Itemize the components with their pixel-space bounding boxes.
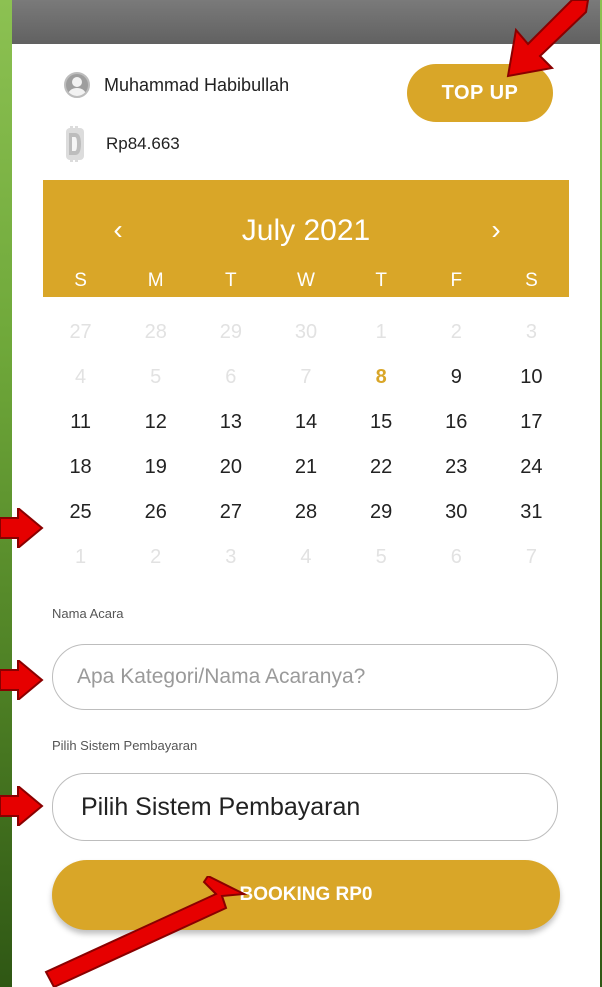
user-name: Muhammad Habibullah — [104, 74, 290, 95]
calendar-grid: 27 28 29 30 1 2 3 4 5 6 7 8 9 10 11 12 13 14 15 16 17 18 19 20 2… — [43, 318, 569, 588]
balance-row: Rp84.663 — [64, 126, 180, 162]
calendar-day: 29 — [219, 321, 242, 343]
calendar-day[interactable]: 26 — [118, 498, 193, 543]
calendar-day[interactable]: 11 — [43, 408, 118, 453]
event-name-input[interactable] — [53, 645, 557, 709]
calendar-day[interactable]: 23 — [419, 453, 494, 498]
calendar-day: 4 — [75, 366, 87, 388]
calendar-day: 2 — [450, 321, 462, 343]
arrow-to-topup — [506, 0, 590, 78]
calendar-day: 30 — [294, 321, 318, 343]
weekday-row: S M T W T F S — [43, 270, 569, 292]
calendar-day[interactable]: 31 — [494, 498, 569, 543]
calendar-day: 1 — [375, 321, 387, 343]
next-month-button[interactable]: › — [481, 216, 511, 244]
calendar-day: 7 — [525, 546, 537, 568]
balance-amount: Rp84.663 — [106, 134, 180, 153]
calendar-header: ‹ July 2021 › S M T W T F S — [43, 180, 569, 297]
calendar-day[interactable]: 25 — [43, 498, 118, 543]
weekday-label: T — [375, 270, 387, 291]
calendar-day: 1 — [75, 546, 87, 568]
calendar-day[interactable]: 22 — [344, 453, 419, 498]
calendar-day[interactable]: 28 — [268, 498, 343, 543]
calendar-day[interactable]: 30 — [419, 498, 494, 543]
weekday-label: M — [147, 270, 164, 291]
calendar-day: 5 — [150, 366, 162, 388]
calendar-day: 4 — [300, 546, 312, 568]
calendar-day[interactable]: 20 — [193, 453, 268, 498]
calendar-day[interactable]: 29 — [344, 498, 419, 543]
calendar-day: 6 — [225, 366, 237, 388]
avatar-icon — [64, 72, 90, 98]
calendar-day[interactable]: 18 — [43, 453, 118, 498]
calendar-day: 2 — [150, 546, 162, 568]
calendar-day[interactable]: 19 — [118, 453, 193, 498]
weekday-label: S — [74, 270, 87, 291]
calendar-day: 28 — [144, 321, 167, 343]
calendar-day[interactable]: 14 — [268, 408, 343, 453]
calendar-day: 5 — [375, 546, 387, 568]
calendar-day[interactable]: 24 — [494, 453, 569, 498]
weekday-label: T — [225, 270, 237, 291]
calendar-day[interactable]: 17 — [494, 408, 569, 453]
payment-method-label: Pilih Sistem Pembayaran — [52, 738, 198, 753]
calendar-day[interactable]: 16 — [419, 408, 494, 453]
event-name-field — [52, 644, 558, 710]
calendar-day-today[interactable]: 8 — [344, 363, 419, 408]
calendar-day[interactable]: 27 — [193, 498, 268, 543]
user-row: Muhammad Habibullah — [64, 70, 289, 100]
calendar-day[interactable]: 9 — [419, 363, 494, 408]
calendar-day[interactable]: 15 — [344, 408, 419, 453]
calendar-day: 3 — [225, 546, 237, 568]
event-name-label: Nama Acara — [52, 606, 124, 621]
calendar-day[interactable]: 10 — [494, 363, 569, 408]
arrow-to-calendar — [0, 508, 44, 548]
weekday-label: S — [525, 270, 538, 291]
arrow-to-booking — [44, 876, 248, 987]
arrow-to-event-name — [0, 660, 44, 700]
coin-icon — [66, 126, 84, 162]
calendar-day: 6 — [450, 546, 462, 568]
calendar-day: 7 — [300, 366, 312, 388]
payment-method-select[interactable]: Pilih Sistem Pembayaran — [52, 773, 558, 841]
calendar-day[interactable]: 21 — [268, 453, 343, 498]
weekday-label: W — [297, 270, 315, 291]
calendar-day: 27 — [69, 321, 92, 343]
arrow-to-payment — [0, 786, 44, 826]
calendar-day[interactable]: 13 — [193, 408, 268, 453]
calendar-day: 3 — [525, 321, 537, 343]
calendar-day[interactable]: 12 — [118, 408, 193, 453]
app-screen: Muhammad Habibullah Rp84.663 TOP UP ‹ Ju… — [12, 0, 600, 987]
weekday-label: F — [450, 270, 463, 291]
